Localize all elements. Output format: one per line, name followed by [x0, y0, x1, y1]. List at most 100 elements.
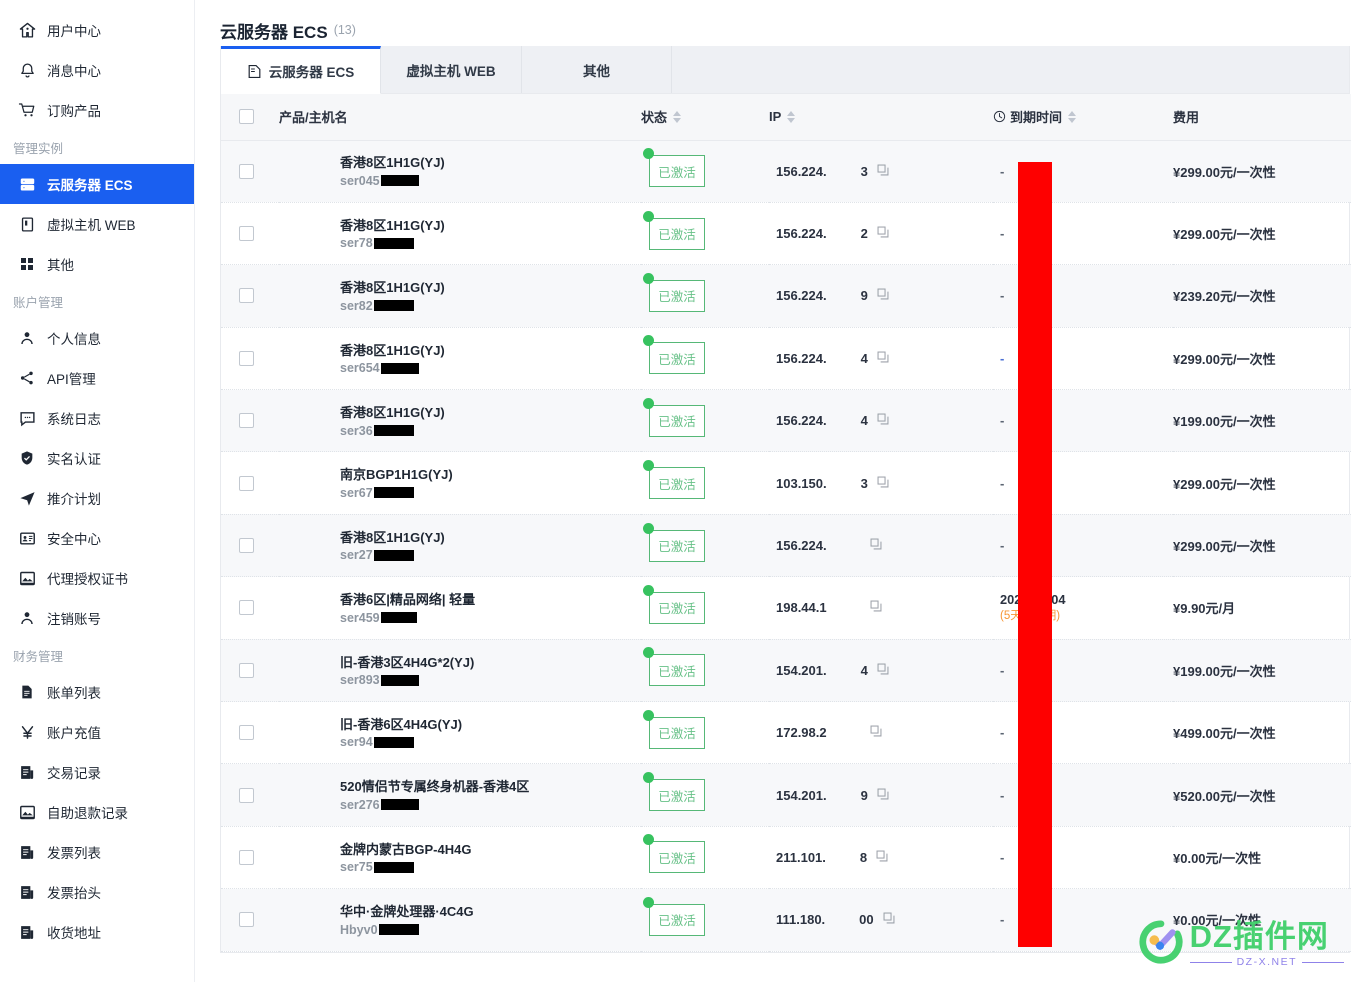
table-row[interactable]: 旧-香港6区4H4G(YJ) ser94 已激活 172.98.2- ¥499.00元/… — [221, 701, 1351, 765]
copy-ip-icon[interactable] — [876, 412, 890, 429]
row-checkbox[interactable] — [239, 350, 254, 366]
sidebar-item-account-recharge[interactable]: 账户充值 — [0, 712, 194, 752]
sidebar-item-other[interactable]: 其他 — [0, 244, 194, 284]
row-checkbox[interactable] — [239, 226, 254, 242]
table-row[interactable]: 南京BGP1H1G(YJ) ser67 已激活 103.150. 3- ¥299.00元/… — [221, 451, 1351, 515]
product-name[interactable]: 香港8区1H1G(YJ) — [340, 279, 641, 297]
host-name: ser36 — [340, 424, 641, 438]
sidebar-item-label: API管理 — [47, 372, 96, 387]
th-state[interactable]: 状态 — [641, 94, 769, 141]
sidebar-item-transaction-record[interactable]: 交易记录 — [0, 752, 194, 792]
th-expire[interactable]: 到期时间 — [993, 94, 1173, 141]
product-name[interactable]: 香港8区1H1G(YJ) — [340, 529, 641, 547]
table-row[interactable]: 香港6区|精品网络| 轻量ser459已激活198.44.12024-10-04… — [221, 576, 1351, 640]
sidebar-item-user-center[interactable]: 用户中心 — [0, 10, 194, 50]
sort-expire-icon[interactable] — [1068, 110, 1077, 123]
product-name[interactable]: 旧-香港6区4H4G(YJ) — [340, 716, 641, 734]
row-select-cell — [221, 514, 279, 578]
copy-ip-icon[interactable] — [875, 849, 889, 866]
table-row[interactable]: 华中·金牌处理器·4C4G Hbyv0 已激活 111.180. 00- ¥0.00元/一… — [221, 888, 1351, 952]
tab-other[interactable]: 其他 — [522, 46, 672, 93]
sidebar-item-invoice-title[interactable]: 发票抬头 — [0, 872, 194, 912]
row-select-cell — [221, 701, 279, 765]
sidebar-item-web-host[interactable]: 虚拟主机 WEB — [0, 204, 194, 244]
sidebar-item-bill-list[interactable]: 账单列表 — [0, 672, 194, 712]
sidebar-item-refund-record[interactable]: 自助退款记录 — [0, 792, 194, 832]
sidebar-item-invoice-list[interactable]: 发票列表 — [0, 832, 194, 872]
product-name[interactable]: 金牌内蒙古BGP-4H4G — [340, 841, 641, 859]
sidebar-item-system-log[interactable]: 系统日志 — [0, 398, 194, 438]
sidebar-item-order-product[interactable]: 订购产品 — [0, 90, 194, 130]
status-cell: 已激活 — [641, 888, 769, 952]
sidebar-item-ecs[interactable]: 云服务器 ECS — [0, 164, 194, 204]
sidebar-item-realname-auth[interactable]: 实名认证 — [0, 438, 194, 478]
product-name[interactable]: 香港8区1H1G(YJ) — [340, 404, 641, 422]
product-name[interactable]: 旧-香港3区4H4G*2(YJ) — [340, 654, 641, 672]
sidebar-item-security-center[interactable]: 安全中心 — [0, 518, 194, 558]
product-name[interactable]: 香港8区1H1G(YJ) — [340, 217, 641, 235]
expire-empty: - — [1000, 350, 1005, 366]
copy-ip-icon[interactable] — [876, 787, 890, 804]
sidebar-item-label: 自助退款记录 — [47, 806, 128, 821]
fee-cell: ¥199.00元/一次性 — [1173, 639, 1351, 703]
copy-ip-icon[interactable] — [882, 911, 896, 928]
sort-ip-icon[interactable] — [787, 110, 796, 123]
row-select-cell — [221, 763, 279, 827]
th-ip[interactable]: IP — [769, 94, 993, 141]
copy-ip-icon[interactable] — [869, 724, 883, 741]
copy-ip-icon[interactable] — [876, 163, 890, 180]
copy-ip-icon[interactable] — [869, 599, 883, 616]
sort-state-icon[interactable] — [673, 110, 682, 123]
product-name[interactable]: 香港6区|精品网络| 轻量 — [340, 591, 641, 609]
product-name[interactable]: 华中·金牌处理器·4C4G — [340, 903, 641, 921]
table-row[interactable]: 旧-香港3区4H4G*2(YJ) ser893 已激活 154.201. 4- ¥199.… — [221, 639, 1351, 703]
product-name[interactable]: 南京BGP1H1G(YJ) — [340, 466, 641, 484]
sidebar-item-referral-plan[interactable]: 推介计划 — [0, 478, 194, 518]
table-row[interactable]: 香港8区1H1G(YJ) ser36 已激活 156.224. 4- ¥199.00元/一… — [221, 389, 1351, 453]
row-checkbox[interactable] — [239, 475, 254, 491]
product-name[interactable]: 520情侣节专属终身机器-香港4区 — [340, 778, 641, 796]
tab-web[interactable]: 虚拟主机 WEB — [381, 46, 522, 93]
sidebar-item-cancel-account[interactable]: 注销账号 — [0, 598, 194, 638]
row-checkbox[interactable] — [239, 163, 254, 179]
row-checkbox[interactable] — [239, 912, 254, 928]
copy-ip-icon[interactable] — [876, 225, 890, 242]
row-checkbox[interactable] — [239, 849, 254, 865]
table-row[interactable]: 香港8区1H1G(YJ) ser78 已激活 156.224. 2- ¥299.00元/一… — [221, 202, 1351, 266]
table-row[interactable]: 金牌内蒙古BGP-4H4G ser75 已激活 211.101. 8- ¥0.00元/一次… — [221, 826, 1351, 890]
row-checkbox[interactable] — [239, 600, 254, 616]
copy-ip-icon[interactable] — [869, 537, 883, 554]
status-badge: 已激活 — [643, 522, 705, 562]
fee-cell: ¥9.90元/月 — [1173, 576, 1351, 640]
table-row[interactable]: 香港8区1H1G(YJ) ser654 已激活 156.224. 4- ¥299.00元/… — [221, 327, 1351, 391]
sidebar-item-agent-certificate[interactable]: 代理授权证书 — [0, 558, 194, 598]
product-name[interactable]: 香港8区1H1G(YJ) — [340, 154, 641, 172]
product-name[interactable]: 香港8区1H1G(YJ) — [340, 342, 641, 360]
status-dot-icon — [643, 522, 654, 534]
product-name-cell: 香港8区1H1G(YJ) ser654 — [279, 327, 641, 391]
copy-ip-icon[interactable] — [876, 350, 890, 367]
row-checkbox[interactable] — [239, 538, 254, 554]
row-checkbox[interactable] — [239, 413, 254, 429]
table-row[interactable]: 520情侣节专属终身机器-香港4区 ser276 已激活 154.201. 9- ¥520… — [221, 763, 1351, 827]
main-content: 云服务器 ECS (13) 云服务器 ECS 虚拟主机 WEB 其他 产品/主机… — [195, 0, 1352, 982]
sidebar-item-api[interactable]: API管理 — [0, 358, 194, 398]
select-all-checkbox[interactable] — [239, 109, 254, 125]
ip-prefix: 211.101. — [776, 849, 826, 865]
copy-ip-icon[interactable] — [876, 662, 890, 679]
sidebar-item-message-center[interactable]: 消息中心 — [0, 50, 194, 90]
table-row[interactable]: 香港8区1H1G(YJ) ser045 已激活 156.224. 3- ¥299.00元/… — [221, 140, 1351, 203]
redacted-host-suffix — [373, 549, 414, 561]
row-checkbox[interactable] — [239, 725, 254, 741]
table-row[interactable]: 香港8区1H1G(YJ) ser82 已激活 156.224. 9- ¥239.20元/一… — [221, 264, 1351, 328]
sidebar-item-shipping-address[interactable]: 收货地址 — [0, 912, 194, 952]
tab-ecs[interactable]: 云服务器 ECS — [221, 46, 381, 94]
row-checkbox[interactable] — [239, 288, 254, 304]
sidebar-item-profile[interactable]: 个人信息 — [0, 318, 194, 358]
status-label: 已激活 — [649, 779, 705, 812]
copy-ip-icon[interactable] — [876, 287, 890, 304]
row-checkbox[interactable] — [239, 662, 254, 678]
table-row[interactable]: 香港8区1H1G(YJ) ser27 已激活 156.224. - ¥299.00元/一次… — [221, 514, 1351, 578]
copy-ip-icon[interactable] — [876, 475, 890, 492]
row-checkbox[interactable] — [239, 787, 254, 803]
